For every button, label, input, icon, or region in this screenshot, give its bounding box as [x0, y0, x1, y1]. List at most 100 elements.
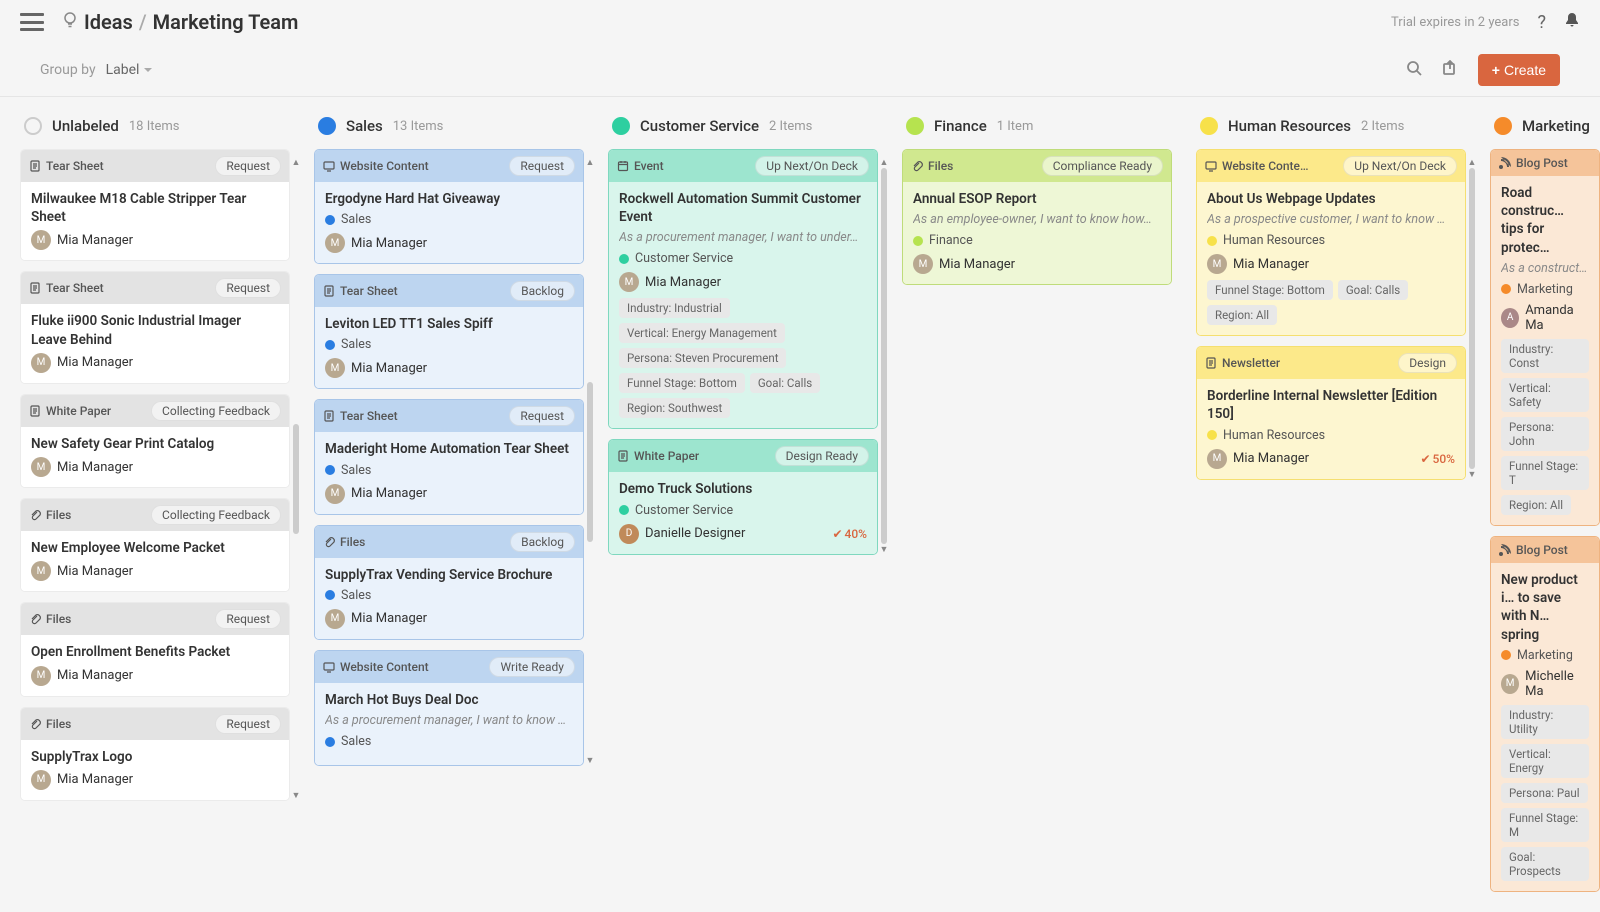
card-assignee: AAmanda Ma [1501, 303, 1589, 333]
avatar: M [1207, 449, 1227, 469]
column-count: 2 Items [769, 119, 812, 134]
groupby-select[interactable]: Label [106, 62, 154, 78]
column-title: Unlabeled [52, 117, 119, 135]
column-color-dot [1494, 117, 1512, 135]
card[interactable]: Files Request Open Enrollment Benefits P… [20, 602, 290, 696]
card-label: Customer Service [619, 251, 867, 266]
column-hr: Human Resources 2 Items Website Conte… U… [1196, 117, 1466, 480]
card-body: Leviton LED TT1 Sales Spiff Sales MMia M… [315, 307, 583, 388]
groupby-label: Group by [40, 62, 96, 78]
search-icon[interactable] [1406, 60, 1422, 80]
card-type: Tear Sheet [29, 159, 104, 173]
card-description: As a prospective customer, I want to kno… [1207, 212, 1455, 227]
card-type: Blog Post [1499, 543, 1568, 557]
card-title: Ergodyne Hard Hat Giveaway [325, 190, 573, 208]
card[interactable]: Tear Sheet Request Maderight Home Automa… [314, 399, 584, 514]
tag-list: Funnel Stage: BottomGoal: CallsRegion: A… [1207, 280, 1455, 325]
card[interactable]: Tear Sheet Request Fluke ii900 Sonic Ind… [20, 271, 290, 383]
scrollbar[interactable]: ▲▼ [292, 157, 300, 801]
card-type: Files [29, 612, 71, 626]
help-icon[interactable]: ? [1537, 12, 1546, 33]
menu-icon[interactable] [20, 13, 44, 31]
avatar: M [31, 457, 51, 477]
card[interactable]: Blog Post Road construc… tips for protec… [1490, 149, 1600, 526]
column-header[interactable]: Marketing [1490, 117, 1600, 135]
card[interactable]: White Paper Design Ready Demo Truck Solu… [608, 439, 878, 554]
card[interactable]: Files Collecting Feedback New Employee W… [20, 498, 290, 592]
card-header: White Paper Design Ready [609, 440, 877, 472]
card-assignee: MMia Manager [31, 353, 279, 373]
avatar: M [325, 609, 345, 629]
card[interactable]: Event Up Next/On Deck Rockwell Automatio… [608, 149, 878, 429]
card-label: Marketing [1501, 282, 1589, 297]
card-status: Request [215, 156, 281, 176]
card-title: Demo Truck Solutions [619, 480, 867, 498]
card-header: Website Conte… Up Next/On Deck [1197, 150, 1465, 182]
share-icon[interactable] [1442, 60, 1458, 80]
card[interactable]: Website Conte… Up Next/On Deck About Us … [1196, 149, 1466, 336]
card-body: New product i… to save with N… spring Ma… [1491, 563, 1599, 891]
card-assignee: MMia Manager [325, 233, 573, 253]
breadcrumb-parent[interactable]: Ideas [84, 10, 133, 34]
card[interactable]: Website Content Request Ergodyne Hard Ha… [314, 149, 584, 264]
avatar: M [31, 353, 51, 373]
column-title: Finance [934, 117, 987, 135]
card[interactable]: Website Content Write Ready March Hot Bu… [314, 650, 584, 766]
topbar: Ideas / Marketing Team Trial expires in … [0, 0, 1600, 44]
column-header[interactable]: Unlabeled 18 Items [20, 117, 290, 135]
column-header[interactable]: Sales 13 Items [314, 117, 584, 135]
card-type: Blog Post [1499, 156, 1568, 170]
card-description: As a procurement manager, I want to know… [325, 713, 573, 728]
avatar: M [31, 230, 51, 250]
card-assignee: MMichelle Ma [1501, 669, 1589, 699]
tag-pill: Persona: Steven Procurement [619, 348, 786, 368]
column-header[interactable]: Finance 1 Item [902, 117, 1172, 135]
cards-list: Tear Sheet Request Milwaukee M18 Cable S… [20, 149, 290, 801]
subbar: Group by Label + Create [0, 44, 1600, 97]
column-header[interactable]: Customer Service 2 Items [608, 117, 878, 135]
card-status: Write Ready [489, 657, 575, 677]
card[interactable]: Files Compliance Ready Annual ESOP Repor… [902, 149, 1172, 285]
scrollbar[interactable]: ▲▼ [586, 157, 594, 766]
create-button[interactable]: + Create [1478, 54, 1560, 86]
card-body: Fluke ii900 Sonic Industrial Imager Leav… [21, 304, 289, 382]
scrollbar[interactable]: ▲▼ [1468, 157, 1476, 480]
card-assignee: MMia Manager [325, 609, 573, 629]
card[interactable]: Tear Sheet Request Milwaukee M18 Cable S… [20, 149, 290, 261]
column-color-dot [318, 117, 336, 135]
cards-list: Website Content Request Ergodyne Hard Ha… [314, 149, 584, 766]
avatar: M [619, 272, 639, 292]
card-assignee: MMia Manager [31, 230, 279, 250]
card-header: Tear Sheet Request [21, 272, 289, 304]
progress-indicator: ✔40% [832, 527, 867, 541]
avatar: M [325, 358, 345, 378]
card-assignee: MMia Manager [619, 272, 867, 292]
card[interactable]: Tear Sheet Backlog Leviton LED TT1 Sales… [314, 274, 584, 389]
card-header: Website Content Write Ready [315, 651, 583, 683]
card-status: Request [509, 156, 575, 176]
card-label: Finance [913, 233, 1161, 248]
card-type: Tear Sheet [29, 281, 104, 295]
card[interactable]: White Paper Collecting Feedback New Safe… [20, 394, 290, 488]
card[interactable]: Files Backlog SupplyTrax Vending Service… [314, 525, 584, 640]
avatar: D [619, 524, 639, 544]
cards-list: Files Compliance Ready Annual ESOP Repor… [902, 149, 1172, 285]
column-count: 2 Items [1361, 119, 1404, 134]
scrollbar[interactable]: ▲▼ [880, 157, 888, 555]
card-status: Compliance Ready [1042, 156, 1163, 176]
card-type: Website Content [323, 159, 429, 173]
bell-icon[interactable] [1564, 11, 1580, 34]
card[interactable]: Files Request SupplyTrax Logo MMia Manag… [20, 707, 290, 801]
column-header[interactable]: Human Resources 2 Items [1196, 117, 1466, 135]
card-title: Road construc… tips for protec… [1501, 184, 1589, 257]
topbar-right: Trial expires in 2 years ? [1391, 11, 1580, 34]
card-title: Borderline Internal Newsletter [Edition … [1207, 387, 1455, 423]
card-assignee: MMia Manager [325, 484, 573, 504]
card-body: Milwaukee M18 Cable Stripper Tear Sheet … [21, 182, 289, 260]
breadcrumb-current[interactable]: Marketing Team [153, 10, 299, 34]
card-header: Files Compliance Ready [903, 150, 1171, 182]
card[interactable]: Blog Post New product i… to save with N…… [1490, 536, 1600, 892]
card-type: White Paper [617, 449, 699, 463]
card[interactable]: Newsletter Design Borderline Internal Ne… [1196, 346, 1466, 479]
card-label: Human Resources [1207, 428, 1455, 443]
